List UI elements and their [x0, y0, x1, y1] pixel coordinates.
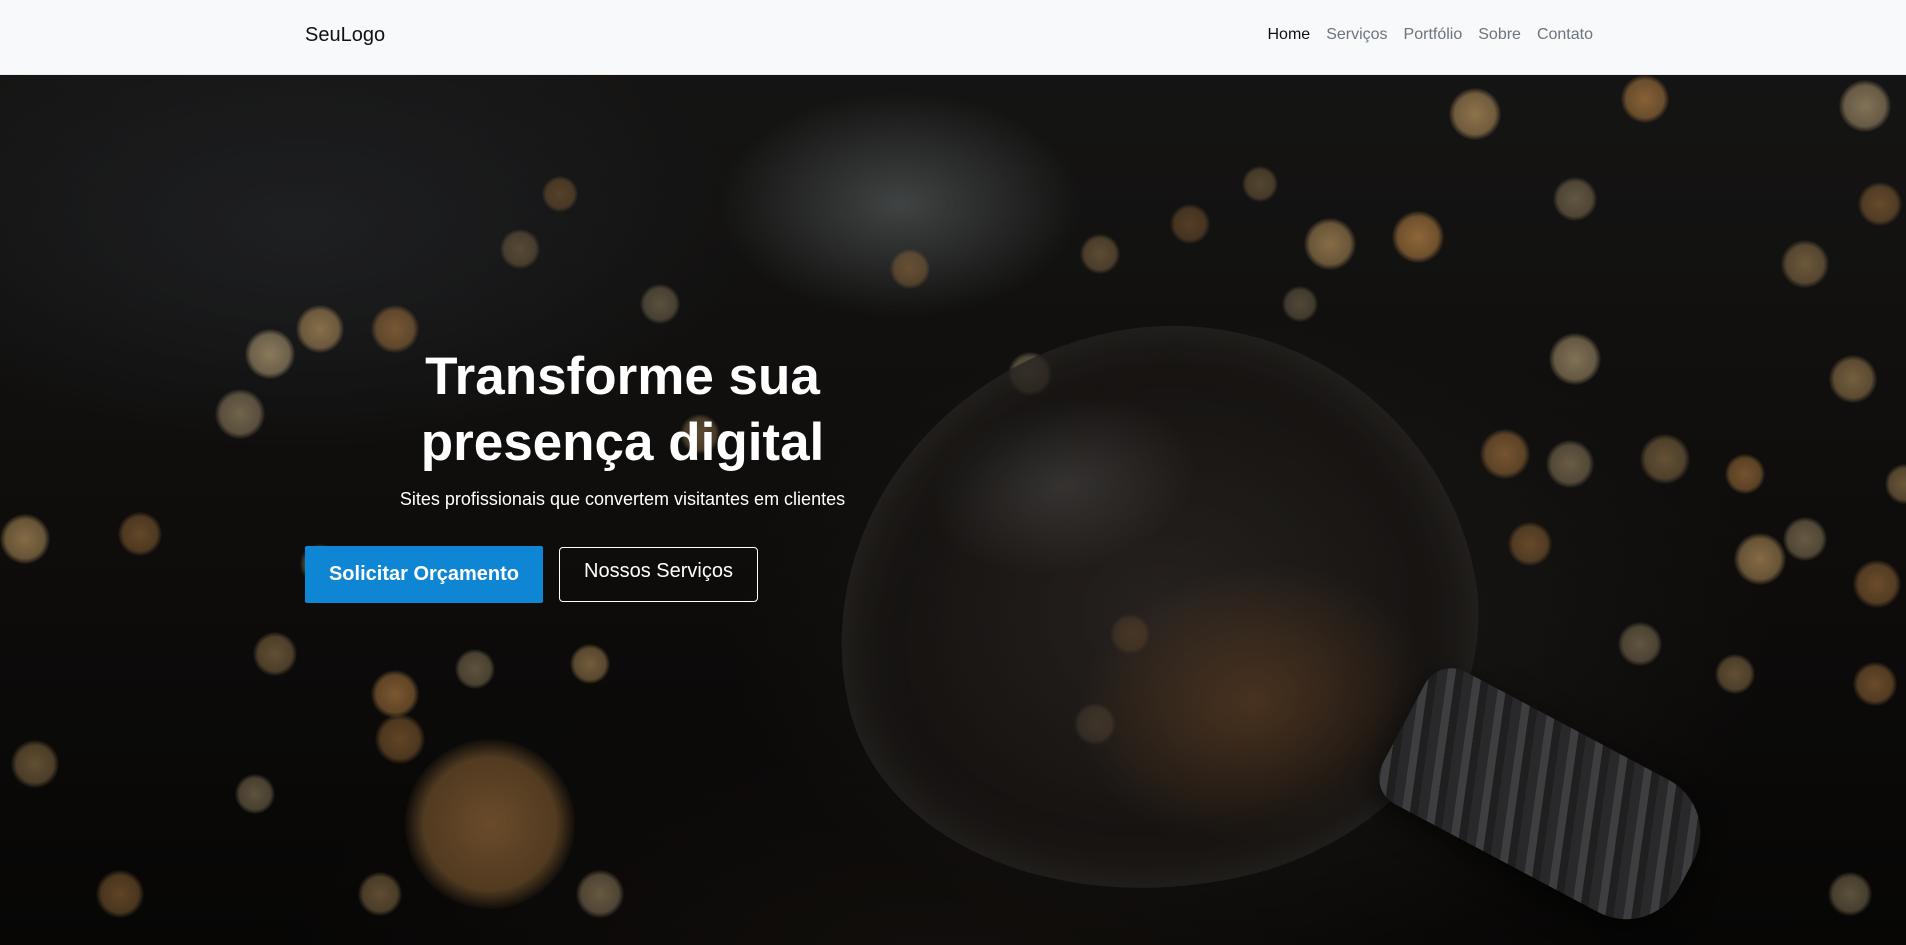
hero-section: Transforme sua presença digital Sites pr… [0, 74, 1906, 945]
nav-link-portfolio[interactable]: Portfólio [1404, 26, 1463, 43]
brand-logo[interactable]: SeuLogo [305, 24, 385, 47]
request-quote-button[interactable]: Solicitar Orçamento [305, 546, 543, 603]
hero-content: Transforme sua presença digital Sites pr… [0, 74, 1906, 945]
navbar: SeuLogo Home Serviços Portfólio Sobre Co… [0, 0, 1906, 75]
nav-link-home[interactable]: Home [1268, 26, 1311, 43]
nav-link-servicos[interactable]: Serviços [1326, 26, 1387, 43]
hero-subtitle: Sites profissionais que convertem visita… [399, 489, 846, 509]
nav-links: Home Serviços Portfólio Sobre Contato [1268, 26, 1594, 44]
nav-link-contato[interactable]: Contato [1537, 26, 1593, 43]
nav-link-sobre[interactable]: Sobre [1478, 26, 1521, 43]
our-services-button[interactable]: Nossos Serviços [559, 547, 758, 602]
hero-title: Transforme sua presença digital [420, 347, 825, 472]
